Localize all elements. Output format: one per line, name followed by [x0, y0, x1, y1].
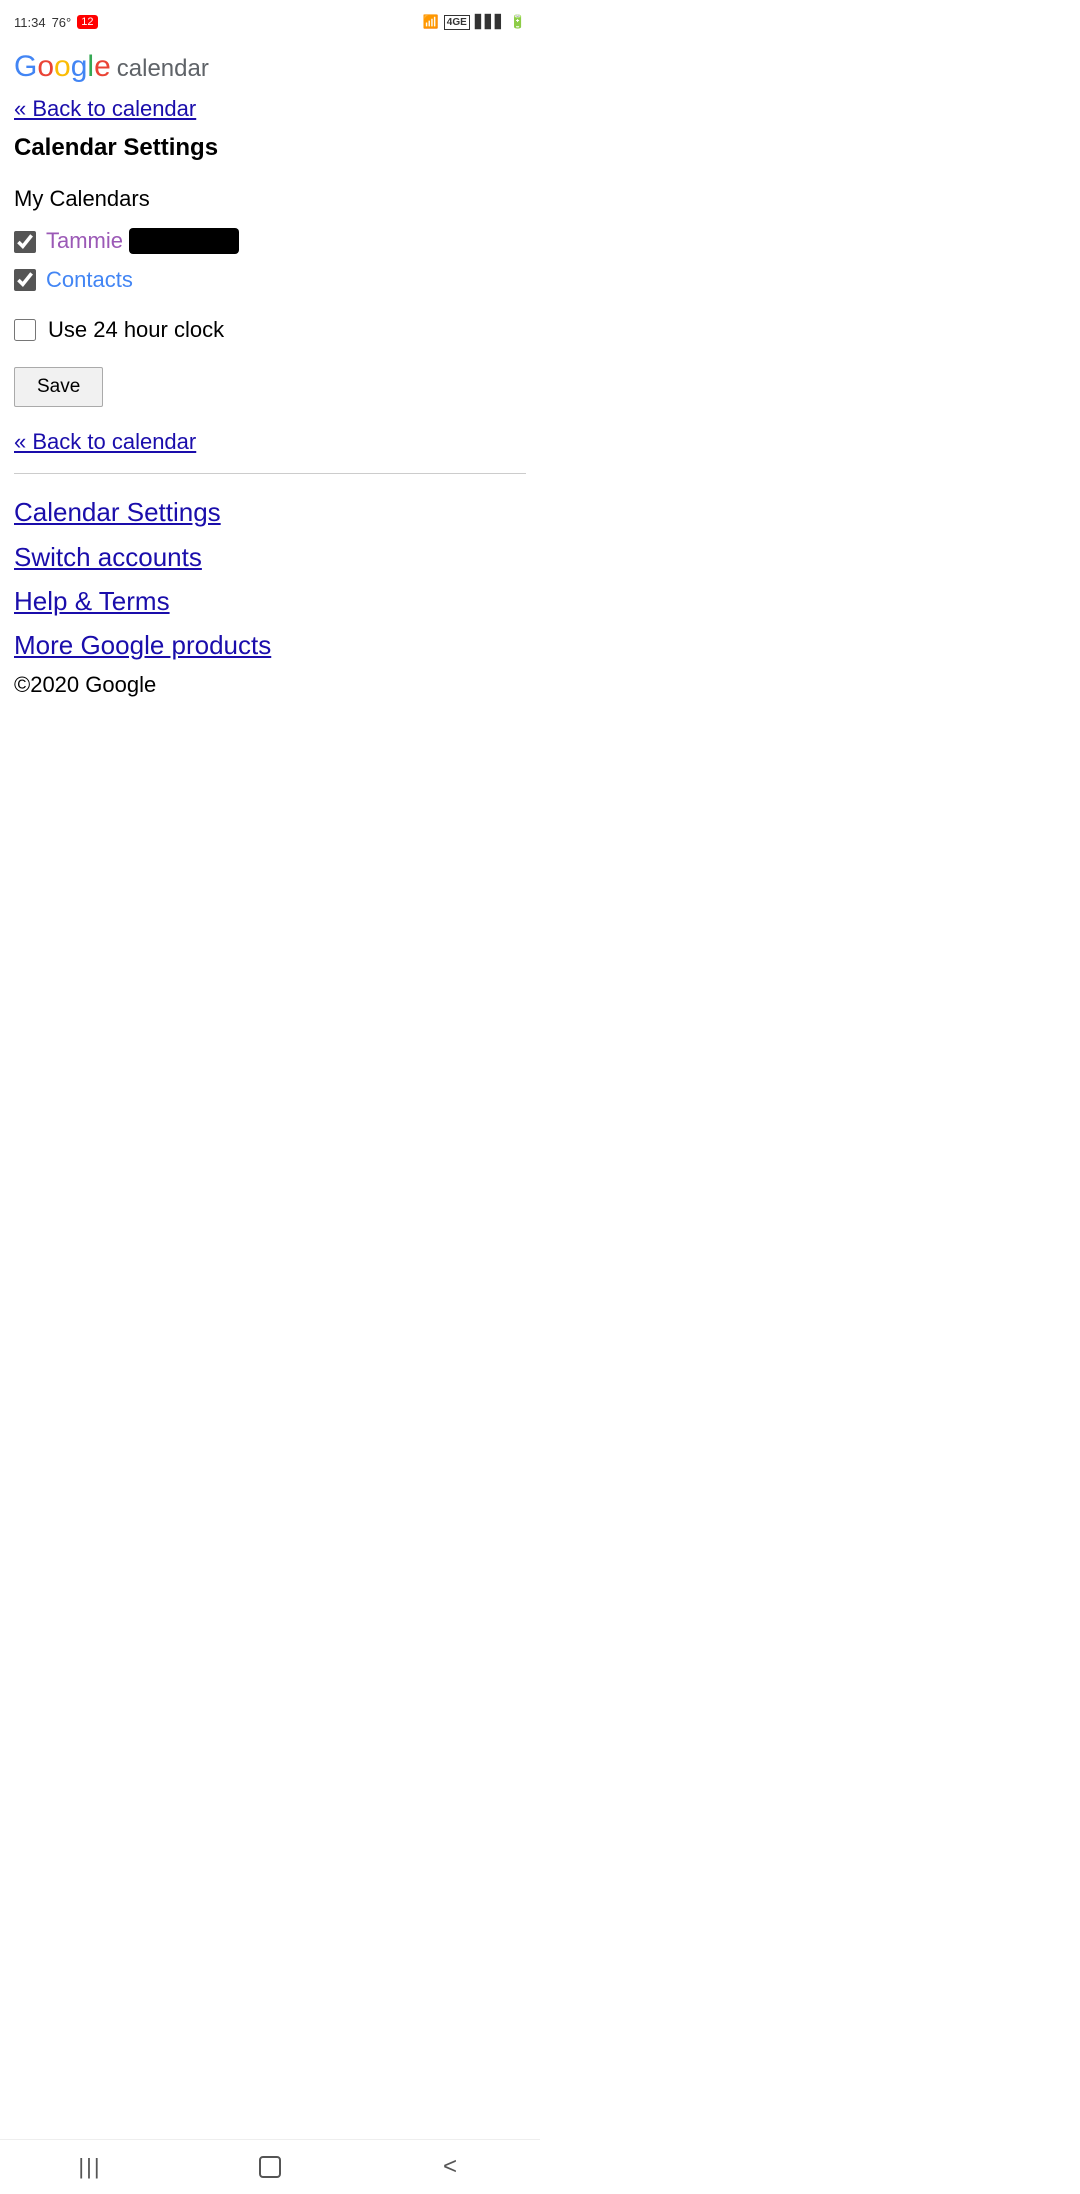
section-divider	[14, 473, 526, 474]
footer-more-google-link[interactable]: More Google products	[14, 623, 526, 667]
signal-icon: ▋▋▋	[475, 14, 505, 30]
contacts-calendar-checkbox[interactable]	[14, 269, 36, 291]
footer-links: Calendar Settings Switch accounts Help &…	[14, 486, 526, 722]
main-content: « Back to calendar Calendar Settings My …	[0, 86, 540, 722]
bottom-nav-bar: ||| <	[0, 2139, 540, 2194]
calendar-item-tammie: Tammie	[14, 222, 526, 261]
google-logo: Google calendar	[0, 40, 540, 86]
recents-nav-button[interactable]: |||	[50, 2147, 130, 2187]
lte-icon: 4GE	[444, 15, 470, 30]
status-bar: 11:34 76° 12 📶 4GE ▋▋▋ 🔋	[0, 0, 540, 40]
calendar-wordmark: calendar	[117, 55, 209, 83]
google-wordmark: Google	[14, 50, 111, 84]
status-left: 11:34 76° 12	[14, 15, 98, 30]
time-display: 11:34	[14, 15, 46, 30]
back-nav-button[interactable]: <	[410, 2147, 490, 2187]
temperature-display: 76°	[52, 15, 72, 30]
wifi-icon: 📶	[423, 14, 439, 30]
my-calendars-section-title: My Calendars	[14, 180, 526, 222]
calendar-item-contacts: Contacts	[14, 261, 526, 299]
use-24hr-clock-checkbox[interactable]	[14, 319, 36, 341]
tammie-calendar-checkbox[interactable]	[14, 231, 36, 253]
back-to-calendar-bottom-link[interactable]: « Back to calendar	[14, 419, 526, 463]
contacts-calendar-label[interactable]: Contacts	[46, 267, 133, 293]
notification-badge: 12	[77, 15, 97, 29]
home-icon	[259, 2156, 281, 2178]
tammie-calendar-label[interactable]: Tammie	[46, 228, 239, 255]
recents-icon: |||	[78, 2154, 101, 2180]
footer-switch-accounts-link[interactable]: Switch accounts	[14, 535, 526, 579]
tammie-email-redacted	[129, 228, 239, 254]
page-title: Calendar Settings	[14, 130, 526, 180]
back-to-calendar-top-link[interactable]: « Back to calendar	[14, 86, 526, 130]
use-24hr-clock-label[interactable]: Use 24 hour clock	[48, 317, 224, 343]
copyright-text: ©2020 Google	[14, 668, 526, 718]
clock-setting-row: Use 24 hour clock	[14, 299, 526, 361]
back-icon: <	[443, 2153, 457, 2181]
status-right: 📶 4GE ▋▋▋ 🔋	[423, 14, 526, 30]
home-nav-button[interactable]	[230, 2147, 310, 2187]
save-button[interactable]: Save	[14, 367, 103, 407]
footer-help-terms-link[interactable]: Help & Terms	[14, 579, 526, 623]
battery-icon: 🔋	[510, 14, 526, 30]
footer-calendar-settings-link[interactable]: Calendar Settings	[14, 490, 526, 534]
